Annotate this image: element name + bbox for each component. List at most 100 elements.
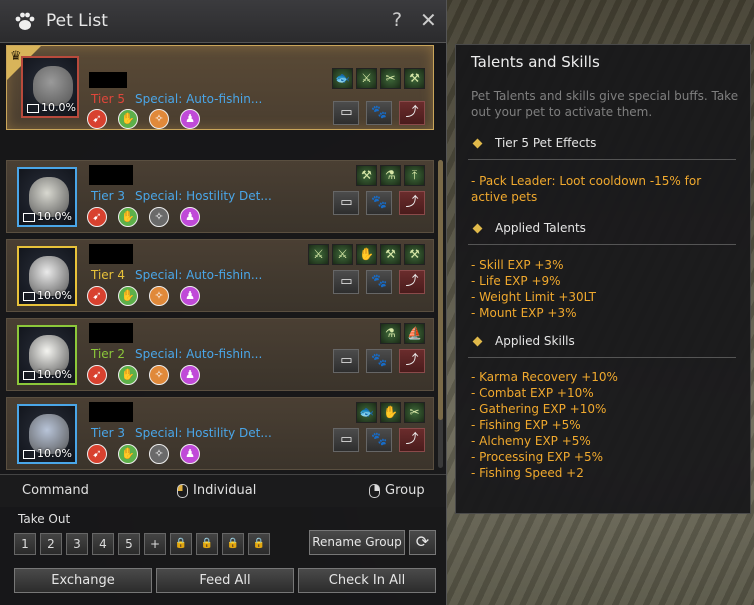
skill-icon[interactable]: ♟ bbox=[180, 286, 200, 306]
talent-icon[interactable]: ⚔ bbox=[332, 244, 353, 265]
skill-icon[interactable]: ♟ bbox=[180, 109, 200, 129]
talent-icon[interactable]: ⤒ bbox=[404, 165, 425, 186]
applied-skills-list: - Karma Recovery +10% - Combat EXP +10% - … bbox=[471, 369, 741, 481]
talent-icon[interactable]: ⚒ bbox=[356, 165, 377, 186]
skill-icon[interactable]: ✧ bbox=[149, 365, 169, 385]
pet-portrait[interactable]: 10.0% bbox=[17, 246, 77, 306]
skill-icon[interactable]: ➹ bbox=[87, 286, 107, 306]
feed-icon[interactable]: ▭ bbox=[333, 428, 360, 452]
talent-icon[interactable]: ✂ bbox=[404, 402, 425, 423]
talent-icon[interactable]: ✋ bbox=[356, 244, 377, 265]
talent-icon[interactable]: ⚒ bbox=[404, 244, 425, 265]
skill-icon[interactable]: ✧ bbox=[149, 207, 169, 227]
take-out-slot-2[interactable]: 2 bbox=[40, 533, 62, 555]
talent-icon[interactable]: ⚒ bbox=[380, 244, 401, 265]
paw-action-icon[interactable]: 🐾 bbox=[366, 349, 393, 373]
box-icon bbox=[23, 212, 35, 222]
take-out-label: Take Out bbox=[18, 512, 71, 526]
paw-action-icon[interactable]: 🐾 bbox=[366, 270, 393, 294]
release-icon[interactable]: ⤴ bbox=[399, 428, 425, 452]
talent-icon[interactable]: ⚗ bbox=[380, 165, 401, 186]
skill-icon[interactable]: ✧ bbox=[149, 444, 169, 464]
skill-icon[interactable]: ✋ bbox=[118, 109, 138, 129]
skill-icon[interactable]: ✋ bbox=[118, 286, 138, 306]
pet-card[interactable]: 10.0% Tier 2 Special: Auto-fishin... ➹ ✋ ✧ ♟ ⚗… bbox=[6, 318, 434, 391]
talent-line: - Life EXP +9% bbox=[471, 274, 561, 288]
pet-card[interactable]: ♛ 10.0% Tier 5 Special: Auto-fishin... ➹ ✋ ✧… bbox=[6, 45, 434, 130]
take-out-slot-3[interactable]: 3 bbox=[66, 533, 88, 555]
feed-icon[interactable]: ▭ bbox=[333, 191, 360, 215]
pet-portrait[interactable]: 10.0% bbox=[17, 404, 77, 464]
release-icon[interactable]: ⤴ bbox=[399, 101, 425, 125]
skill-icon[interactable]: ➹ bbox=[87, 207, 107, 227]
skill-icon[interactable]: ➹ bbox=[87, 109, 107, 129]
paw-action-icon[interactable]: 🐾 bbox=[366, 428, 393, 452]
talent-icon[interactable]: ✂ bbox=[380, 68, 401, 89]
release-icon[interactable]: ⤴ bbox=[399, 270, 425, 294]
take-out-slot-1[interactable]: 1 bbox=[14, 533, 36, 555]
skill-icon[interactable]: ♟ bbox=[180, 207, 200, 227]
applied-talents-list: - Skill EXP +3% - Life EXP +9% - Weight Li… bbox=[471, 257, 741, 321]
box-icon bbox=[27, 103, 39, 113]
pet-capacity: 10.0% bbox=[23, 447, 72, 460]
rename-group-button[interactable]: Rename Group bbox=[309, 530, 405, 555]
skill-icon[interactable]: ✧ bbox=[149, 109, 169, 129]
add-slot-button[interactable]: + bbox=[144, 533, 166, 555]
skill-icon[interactable]: ♟ bbox=[180, 365, 200, 385]
paw-action-icon[interactable]: 🐾 bbox=[366, 101, 393, 125]
close-icon[interactable]: ✕ bbox=[420, 8, 437, 32]
pet-name-redacted bbox=[89, 244, 133, 264]
pet-capacity: 10.0% bbox=[23, 210, 72, 223]
exchange-button[interactable]: Exchange bbox=[14, 568, 152, 593]
pet-talents: ⚔ ⚔ ✋ ⚒ ⚒ bbox=[305, 244, 425, 266]
diamond-bullet-icon bbox=[472, 138, 483, 149]
pet-card[interactable]: 10.0% Tier 4 Special: Auto-fishin... ➹ ✋ ✧ ♟ ⚔… bbox=[6, 239, 434, 312]
pet-portrait[interactable]: 10.0% bbox=[21, 56, 79, 118]
talent-icon[interactable]: ⚔ bbox=[308, 244, 329, 265]
divider bbox=[468, 357, 736, 358]
talent-icon[interactable]: ⛵ bbox=[404, 323, 425, 344]
release-icon[interactable]: ⤴ bbox=[399, 349, 425, 373]
skill-icon[interactable]: ♟ bbox=[180, 444, 200, 464]
talent-icon[interactable]: 🐟 bbox=[332, 68, 353, 89]
pet-list-window: Pet List ? ✕ ♛ 10.0% Tier 5 Special: Auto… bbox=[0, 0, 447, 605]
skill-icon[interactable]: ✋ bbox=[118, 365, 138, 385]
release-icon[interactable]: ⤴ bbox=[399, 191, 425, 215]
pet-portrait[interactable]: 10.0% bbox=[17, 167, 77, 227]
feed-icon[interactable]: ▭ bbox=[333, 270, 360, 294]
scrollbar-thumb[interactable] bbox=[438, 160, 443, 420]
feed-icon[interactable]: ▭ bbox=[333, 101, 360, 125]
pet-name-redacted bbox=[89, 72, 127, 88]
pet-portrait[interactable]: 10.0% bbox=[17, 325, 77, 385]
talents-skills-tooltip: Talents and Skills Pet Talents and skill… bbox=[455, 44, 751, 514]
talent-icon[interactable]: ⚗ bbox=[380, 323, 401, 344]
pet-capacity: 10.0% bbox=[23, 289, 72, 302]
talent-icon[interactable]: ✋ bbox=[380, 402, 401, 423]
skill-icon[interactable]: ✋ bbox=[118, 444, 138, 464]
skill-icon[interactable]: ➹ bbox=[87, 365, 107, 385]
take-out-slot-4[interactable]: 4 bbox=[92, 533, 114, 555]
skill-icon[interactable]: ➹ bbox=[87, 444, 107, 464]
skill-line: - Fishing Speed +2 bbox=[471, 466, 584, 480]
check-in-all-button[interactable]: Check In All bbox=[298, 568, 436, 593]
pet-card[interactable]: 10.0% Tier 3 Special: Hostility Det... ➹ ✋ ✧… bbox=[6, 160, 434, 233]
talent-icon[interactable]: ⚒ bbox=[404, 68, 425, 89]
paw-icon bbox=[15, 12, 35, 30]
paw-action-icon[interactable]: 🐾 bbox=[366, 191, 393, 215]
take-out-slot-5[interactable]: 5 bbox=[118, 533, 140, 555]
tier-effects-header: Tier 5 Pet Effects bbox=[472, 136, 596, 150]
feed-icon[interactable]: ▭ bbox=[333, 349, 360, 373]
help-icon[interactable]: ? bbox=[392, 9, 402, 31]
skill-icon[interactable]: ✋ bbox=[118, 207, 138, 227]
talent-icon[interactable]: 🐟 bbox=[356, 402, 377, 423]
pet-tier: Tier 5 bbox=[91, 92, 126, 106]
skill-icon[interactable]: ✧ bbox=[149, 286, 169, 306]
skill-line: - Fishing EXP +5% bbox=[471, 418, 581, 432]
pet-card[interactable]: 10.0% Tier 3 Special: Hostility Det... ➹ ✋ ✧… bbox=[6, 397, 434, 470]
pet-special: Special: Auto-fishin... bbox=[135, 268, 263, 282]
refresh-button[interactable]: ⟳ bbox=[409, 530, 436, 555]
feed-all-button[interactable]: Feed All bbox=[156, 568, 294, 593]
title-bar[interactable]: Pet List ? ✕ bbox=[0, 0, 446, 43]
talent-icon[interactable]: ⚔ bbox=[356, 68, 377, 89]
lock-icon: 🔒 bbox=[170, 533, 192, 555]
